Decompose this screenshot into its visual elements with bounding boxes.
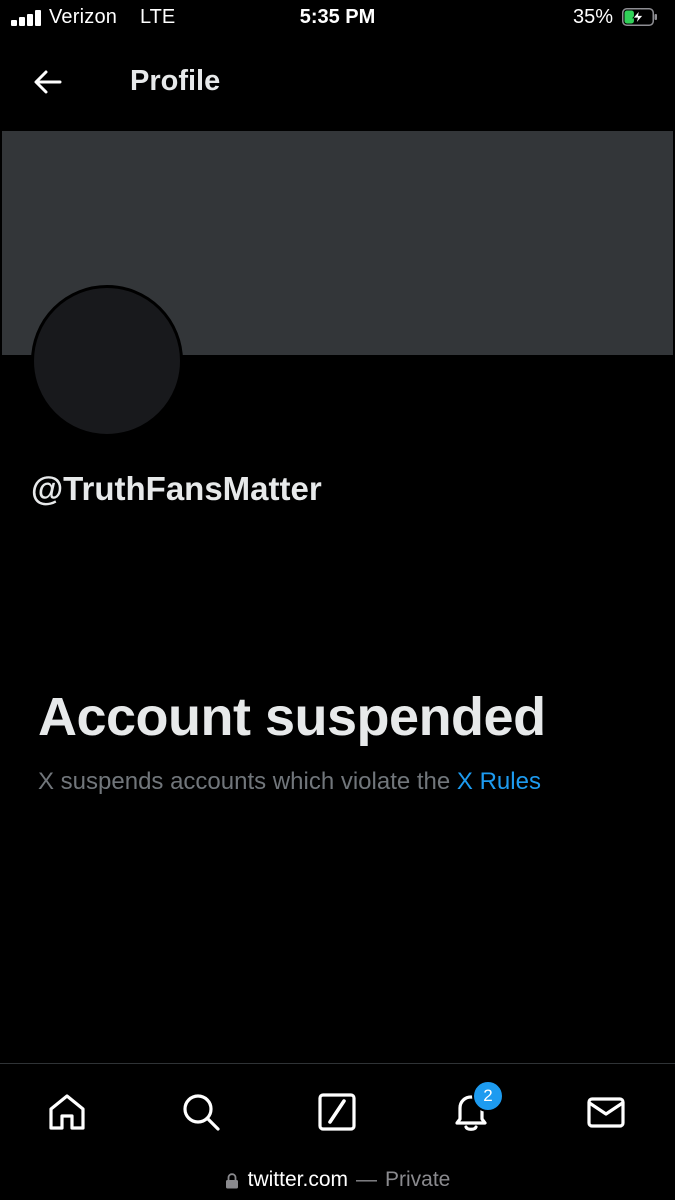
x-rules-link[interactable]: X Rules — [457, 768, 541, 795]
status-bar: Verizon LTE 5:35 PM 35% — [0, 0, 675, 38]
bottom-nav: 2 — [0, 1064, 675, 1160]
battery-charging-icon — [622, 8, 657, 26]
search-icon — [183, 1094, 220, 1131]
avatar — [31, 285, 183, 437]
lock-icon — [225, 1173, 238, 1189]
messages-envelope-icon — [587, 1097, 625, 1128]
nav-home-button[interactable] — [43, 1088, 91, 1136]
page-title: Profile — [130, 65, 221, 97]
profile-handle: @TruthFansMatter — [31, 470, 322, 507]
nav-messages-button[interactable] — [582, 1088, 630, 1136]
arrow-left-icon — [34, 70, 62, 94]
private-mode-label: Private — [385, 1168, 451, 1191]
suspension-title: Account suspended — [38, 687, 546, 747]
browser-url-bar[interactable]: twitter.com — Private — [0, 1160, 675, 1200]
nav-search-button[interactable] — [177, 1088, 225, 1136]
suspension-description-text: X suspends accounts which violate the — [38, 768, 457, 795]
suspension-description: X suspends accounts which violate the X … — [38, 768, 541, 796]
battery-percent: 35% — [572, 6, 613, 28]
back-button[interactable] — [26, 60, 70, 104]
notifications-badge: 2 — [472, 1080, 504, 1112]
compose-icon — [318, 1093, 356, 1131]
url-separator: — — [356, 1168, 377, 1191]
nav-compose-button[interactable] — [313, 1088, 361, 1136]
profile-header: Profile — [0, 38, 675, 130]
home-icon — [49, 1094, 85, 1130]
url-domain: twitter.com — [247, 1168, 348, 1191]
